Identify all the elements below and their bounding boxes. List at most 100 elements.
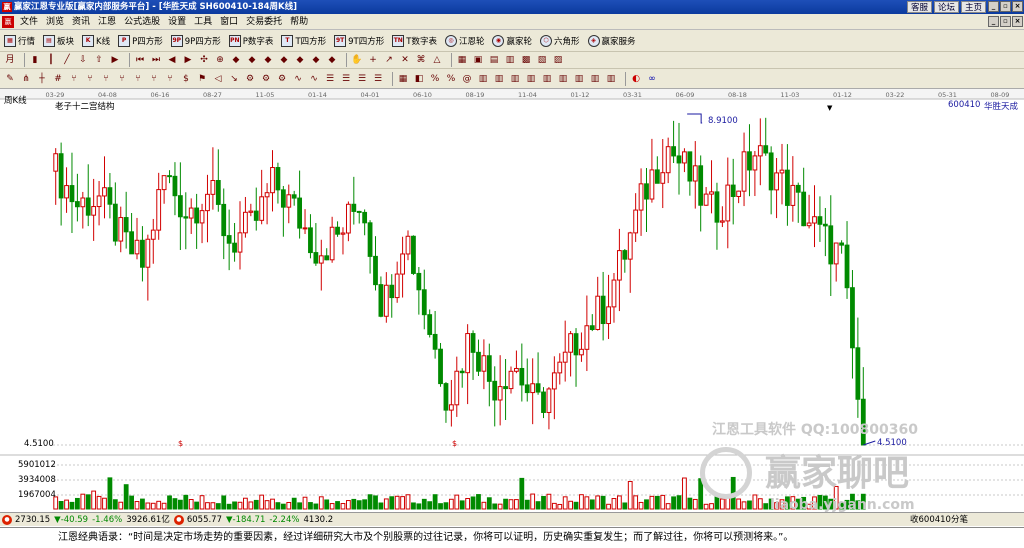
fork-icon[interactable]: ⑂	[84, 73, 96, 85]
candle-icon[interactable]: ▮	[29, 54, 41, 66]
menu-settings[interactable]: 设置	[164, 14, 190, 30]
hash-icon[interactable]: #	[52, 73, 64, 85]
toolbar-hexagon-button[interactable]: ⬡ 六角形	[539, 34, 580, 47]
grid-chart-icon[interactable]: ▦	[456, 54, 468, 66]
restore-button[interactable]: ▫	[1000, 1, 1011, 12]
mdi-restore-button[interactable]: ▫	[1000, 16, 1011, 27]
gear-icon[interactable]: ⚙	[244, 73, 256, 85]
last-icon[interactable]: ⏭	[150, 54, 162, 66]
toolbar-9t-square-button[interactable]: 9T 9T四方形	[334, 34, 384, 47]
mdi-close-button[interactable]: ×	[1012, 16, 1023, 27]
diamond-icon[interactable]: ◆	[262, 54, 274, 66]
fork-icon[interactable]: ⑂	[148, 73, 160, 85]
dropdown-arrow-icon[interactable]: ▼	[827, 104, 832, 112]
bars-icon[interactable]: ▥	[573, 73, 585, 85]
bars-icon[interactable]: ▥	[589, 73, 601, 85]
fork-icon[interactable]: ⑂	[100, 73, 112, 85]
compass-icon[interactable]: ✣	[198, 54, 210, 66]
bars-icon[interactable]: ▥	[477, 73, 489, 85]
fork-icon[interactable]: ⑂	[132, 73, 144, 85]
forward-icon[interactable]: ▶	[182, 54, 194, 66]
wave-icon[interactable]: ∿	[308, 73, 320, 85]
hand-icon[interactable]: ✋	[351, 54, 363, 66]
diamond-icon[interactable]: ◆	[230, 54, 242, 66]
cross-icon[interactable]: ┼	[36, 73, 48, 85]
gear-icon[interactable]: ⚙	[276, 73, 288, 85]
ray-icon[interactable]: ↗	[383, 54, 395, 66]
toolbar-service-button[interactable]: ◈ 赢家服务	[587, 34, 636, 47]
car-icon[interactable]: ▧	[536, 54, 548, 66]
first-icon[interactable]: ⏮	[134, 54, 146, 66]
spiral-icon[interactable]: @	[461, 73, 473, 85]
chart-icon[interactable]: ◧	[413, 73, 425, 85]
dollar-icon[interactable]: $	[180, 73, 192, 85]
diamond-icon[interactable]: ◆	[278, 54, 290, 66]
menu-tools[interactable]: 工具	[190, 14, 216, 30]
book-icon[interactable]: ▥	[504, 54, 516, 66]
bars-icon[interactable]: ▥	[557, 73, 569, 85]
percent-icon[interactable]: %	[429, 73, 441, 85]
target-icon[interactable]: ⊕	[214, 54, 226, 66]
percent-icon[interactable]: %	[445, 73, 457, 85]
ladder-icon[interactable]: ☰	[372, 73, 384, 85]
link-customer-service[interactable]: 客服	[906, 1, 932, 13]
menu-window[interactable]: 窗口	[216, 14, 242, 30]
fork-icon[interactable]: ⑂	[68, 73, 80, 85]
bar-icon[interactable]: ┃	[45, 54, 57, 66]
toolbar-t-table-button[interactable]: TN T数字表	[392, 34, 437, 47]
menu-formula-screening[interactable]: 公式选股	[120, 14, 164, 30]
truck-icon[interactable]: ▨	[552, 54, 564, 66]
line-icon[interactable]: ╱	[61, 54, 73, 66]
arrow-down-icon[interactable]: ⇩	[77, 54, 89, 66]
wave-icon[interactable]: ∿	[292, 73, 304, 85]
screen-icon[interactable]: ▣	[472, 54, 484, 66]
toolbar-kline-button[interactable]: K K线	[82, 34, 110, 47]
ladder-icon[interactable]: ☰	[324, 73, 336, 85]
toolbar-gann-wheel-button[interactable]: ◎ 江恩轮	[444, 34, 484, 47]
play-icon[interactable]: ▶	[109, 54, 121, 66]
ray-icon[interactable]: ↘	[228, 73, 240, 85]
fork-icon[interactable]: ⑂	[164, 73, 176, 85]
toolbar-p-square-button[interactable]: P P四方形	[118, 34, 163, 47]
diamond-icon[interactable]: ◆	[310, 54, 322, 66]
toolbar-quotes-button[interactable]: ▦ 行情	[4, 34, 35, 47]
diamond-icon[interactable]: ◆	[246, 54, 258, 66]
pie-icon[interactable]: ◐	[630, 73, 642, 85]
triangle-icon[interactable]: △	[431, 54, 443, 66]
back-icon[interactable]: ◀	[166, 54, 178, 66]
mdi-minimize-button[interactable]: _	[988, 16, 999, 27]
bars-icon[interactable]: ▥	[525, 73, 537, 85]
fan-icon[interactable]: ⋔	[20, 73, 32, 85]
gear-icon[interactable]: ⚙	[260, 73, 272, 85]
infinity-icon[interactable]: ∞	[646, 73, 658, 85]
bars-icon[interactable]: ▥	[605, 73, 617, 85]
x-icon[interactable]: ✕	[399, 54, 411, 66]
menu-gann[interactable]: 江恩	[94, 14, 120, 30]
toolbar-t-square-button[interactable]: T T四方形	[281, 34, 326, 47]
flag-icon[interactable]: ⚑	[196, 73, 208, 85]
tick-detail-label[interactable]: 收600410分笔	[910, 513, 968, 527]
calendar-icon[interactable]: ▤	[488, 54, 500, 66]
menu-browse[interactable]: 浏览	[42, 14, 68, 30]
diamond-icon[interactable]: ◆	[294, 54, 306, 66]
bars-icon[interactable]: ▥	[493, 73, 505, 85]
camera-icon[interactable]: ▩	[520, 54, 532, 66]
diamond-icon[interactable]: ◆	[326, 54, 338, 66]
menu-file[interactable]: 文件	[16, 14, 42, 30]
toolbar-p-table-button[interactable]: PN P数字表	[228, 34, 273, 47]
pen-icon[interactable]: ✎	[4, 73, 16, 85]
period-dropdown[interactable]: 月▾	[4, 54, 16, 77]
fork-icon[interactable]: ⑂	[116, 73, 128, 85]
toolbar-winner-wheel-button[interactable]: ◉ 赢家轮	[492, 34, 532, 47]
tag-icon[interactable]: ⌘	[415, 54, 427, 66]
bars-icon[interactable]: ▥	[509, 73, 521, 85]
arrow-up-icon[interactable]: ⇧	[93, 54, 105, 66]
kline-chart[interactable]: 03-29 04-08 06-16 08-27 11-05 01-14 04-01 06-10…	[0, 89, 1024, 513]
crosshair-icon[interactable]: +	[367, 54, 379, 66]
bars-icon[interactable]: ▥	[541, 73, 553, 85]
menu-info[interactable]: 资讯	[68, 14, 94, 30]
menu-help[interactable]: 帮助	[286, 14, 312, 30]
minimize-button[interactable]: _	[988, 1, 999, 12]
arrow-left-icon[interactable]: ◁	[212, 73, 224, 85]
toolbar-9p-square-button[interactable]: 9P 9P四方形	[170, 34, 221, 47]
